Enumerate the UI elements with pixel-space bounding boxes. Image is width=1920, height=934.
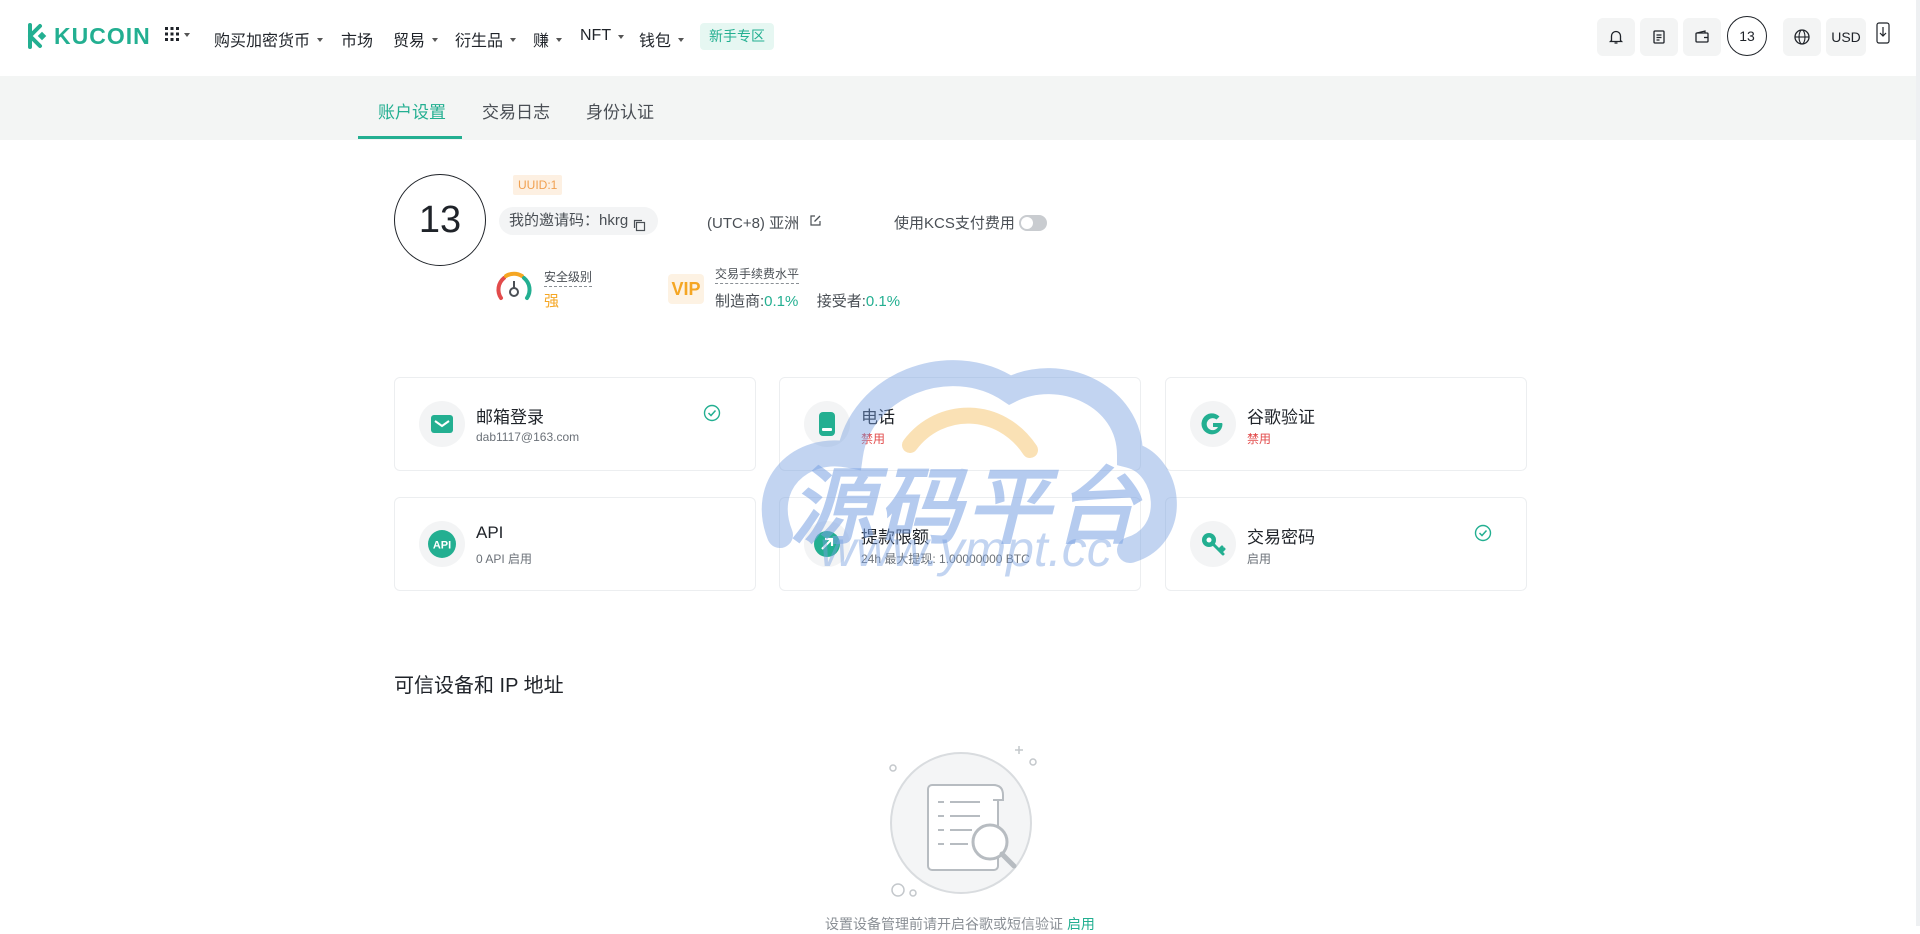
fee-rates: 制造商:0.1% 接受者:0.1% [715, 290, 900, 311]
document-icon [1653, 30, 1665, 44]
enable-link[interactable]: 启用 [1067, 916, 1095, 932]
active-tab-indicator [358, 136, 462, 139]
nav-label: 钱包 [639, 33, 672, 50]
card-subtitle: 禁用 [1247, 432, 1272, 446]
card-title: API [476, 523, 504, 542]
copy-button[interactable] [633, 214, 646, 242]
taker-label: 接受者: [816, 293, 866, 310]
invite-code: hkrg [599, 212, 629, 229]
nav-derivatives[interactable]: 衍生品 [455, 27, 517, 51]
security-level-value: 强 [544, 293, 560, 310]
nav-label: 购买加密货币 [214, 33, 311, 50]
fee-level-label[interactable]: 交易手续费水平 [715, 265, 800, 284]
card-trade-password[interactable]: 交易密码 启用 [1165, 497, 1527, 591]
tab-account-settings[interactable]: 账户设置 [378, 98, 446, 123]
chevron-down-icon [510, 38, 517, 42]
empty-state-text: 设置设备管理前请开启谷歌或短信验证 [825, 916, 1064, 932]
card-title: 谷歌验证 [1247, 408, 1315, 427]
trusted-devices-title: 可信设备和 IP 地址 [394, 675, 564, 697]
invite-code-box: 我的邀请码：hkrg [499, 207, 659, 235]
card-title: 交易密码 [1247, 528, 1315, 547]
nav-trade[interactable]: 贸易 [393, 27, 439, 51]
download-icon [1876, 22, 1890, 44]
card-api[interactable]: API API 0 API 启用 [394, 497, 756, 591]
chevron-down-icon [432, 38, 439, 42]
empty-state-illustration [889, 746, 1037, 897]
nav-label: 贸易 [393, 33, 426, 50]
edit-timezone-button[interactable] [809, 214, 822, 231]
svg-text:API: API [433, 540, 451, 552]
profile-avatar: 13 [394, 174, 486, 266]
card-email-login[interactable]: 邮箱登录 dab1117@163.com [394, 377, 756, 471]
nav-label: 赚 [533, 33, 550, 50]
security-gauge-icon [496, 271, 532, 300]
nav-buy-crypto[interactable]: 购买加密货币 [214, 27, 324, 51]
card-title: 电话 [861, 408, 895, 427]
assets-button[interactable] [1683, 18, 1721, 56]
tab-identity[interactable]: 身份认证 [586, 98, 654, 123]
empty-state-message: 设置设备管理前请开启谷歌或短信验证 启用 [0, 914, 1920, 934]
key-icon [1190, 521, 1236, 567]
maker-label: 制造商: [715, 293, 765, 310]
top-nav: KUCOIN 购买加密货币 市场 贸易 衍生品 赚 NFT 钱包 新手专区 13… [0, 0, 1920, 76]
taker-value: 0.1% [865, 293, 901, 310]
watermark-url: www.ympt.cc [820, 521, 1112, 577]
nav-label: 市场 [341, 33, 374, 50]
timezone: (UTC+8) 亚洲 [707, 212, 822, 233]
card-google-auth[interactable]: 谷歌验证 禁用 [1165, 377, 1527, 471]
check-circle-icon [703, 404, 721, 427]
wallet-icon [1695, 30, 1709, 43]
notifications-button[interactable] [1597, 18, 1635, 56]
card-subtitle: 启用 [1247, 552, 1272, 566]
api-icon: API [419, 521, 465, 567]
settings-tabs: 账户设置 交易日志 身份认证 [0, 76, 1920, 140]
kcs-fee-setting: 使用KCS支付费用 [894, 212, 1047, 233]
logo-text: KUCOIN [54, 22, 151, 49]
invite-label: 我的邀请码： [509, 212, 600, 229]
bell-icon [1608, 30, 1624, 44]
security-level-label[interactable]: 安全级别 [544, 268, 593, 287]
chevron-down-icon [618, 35, 625, 39]
check-circle-icon [1474, 524, 1492, 547]
google-icon [1190, 401, 1236, 447]
edit-icon [810, 215, 821, 226]
uuid-badge: UUID:1 [513, 175, 563, 195]
apps-menu-button[interactable] [165, 27, 190, 41]
nav-label: 衍生品 [455, 33, 504, 50]
page-scrollbar[interactable] [1916, 0, 1920, 926]
kcs-label: 使用KCS支付费用 [894, 215, 1015, 232]
chevron-down-icon [556, 38, 563, 42]
tab-trade-log[interactable]: 交易日志 [482, 98, 550, 123]
grid-icon [165, 27, 179, 41]
user-avatar-button[interactable]: 13 [1727, 16, 1767, 56]
timezone-label: (UTC+8) 亚洲 [707, 215, 800, 232]
globe-icon [1794, 29, 1810, 45]
mail-icon [419, 401, 465, 447]
language-button[interactable] [1783, 18, 1821, 56]
copy-icon [634, 219, 646, 232]
maker-value: 0.1% [764, 293, 799, 310]
chevron-down-icon [678, 38, 685, 42]
nav-earn[interactable]: 赚 [533, 27, 563, 51]
card-subtitle: dab1117@163.com [476, 430, 580, 444]
download-app-button[interactable] [1876, 22, 1890, 49]
nav-markets[interactable]: 市场 [341, 27, 373, 51]
chevron-down-icon [184, 33, 190, 37]
nav-nft[interactable]: NFT [580, 27, 625, 45]
nav-label: NFT [580, 27, 612, 44]
currency-button[interactable]: USD [1826, 18, 1866, 56]
kcs-toggle[interactable] [1018, 214, 1047, 231]
kucoin-logo[interactable]: KUCOIN [22, 22, 151, 50]
chevron-down-icon [317, 38, 324, 42]
nav-wallet[interactable]: 钱包 [639, 27, 685, 51]
card-title: 邮箱登录 [476, 408, 544, 427]
orders-button[interactable] [1640, 18, 1678, 56]
novice-zone-button[interactable]: 新手专区 [700, 23, 774, 50]
vip-badge: VIP [668, 274, 704, 304]
kucoin-logo-icon [28, 23, 47, 49]
card-subtitle: 0 API 启用 [476, 552, 533, 566]
